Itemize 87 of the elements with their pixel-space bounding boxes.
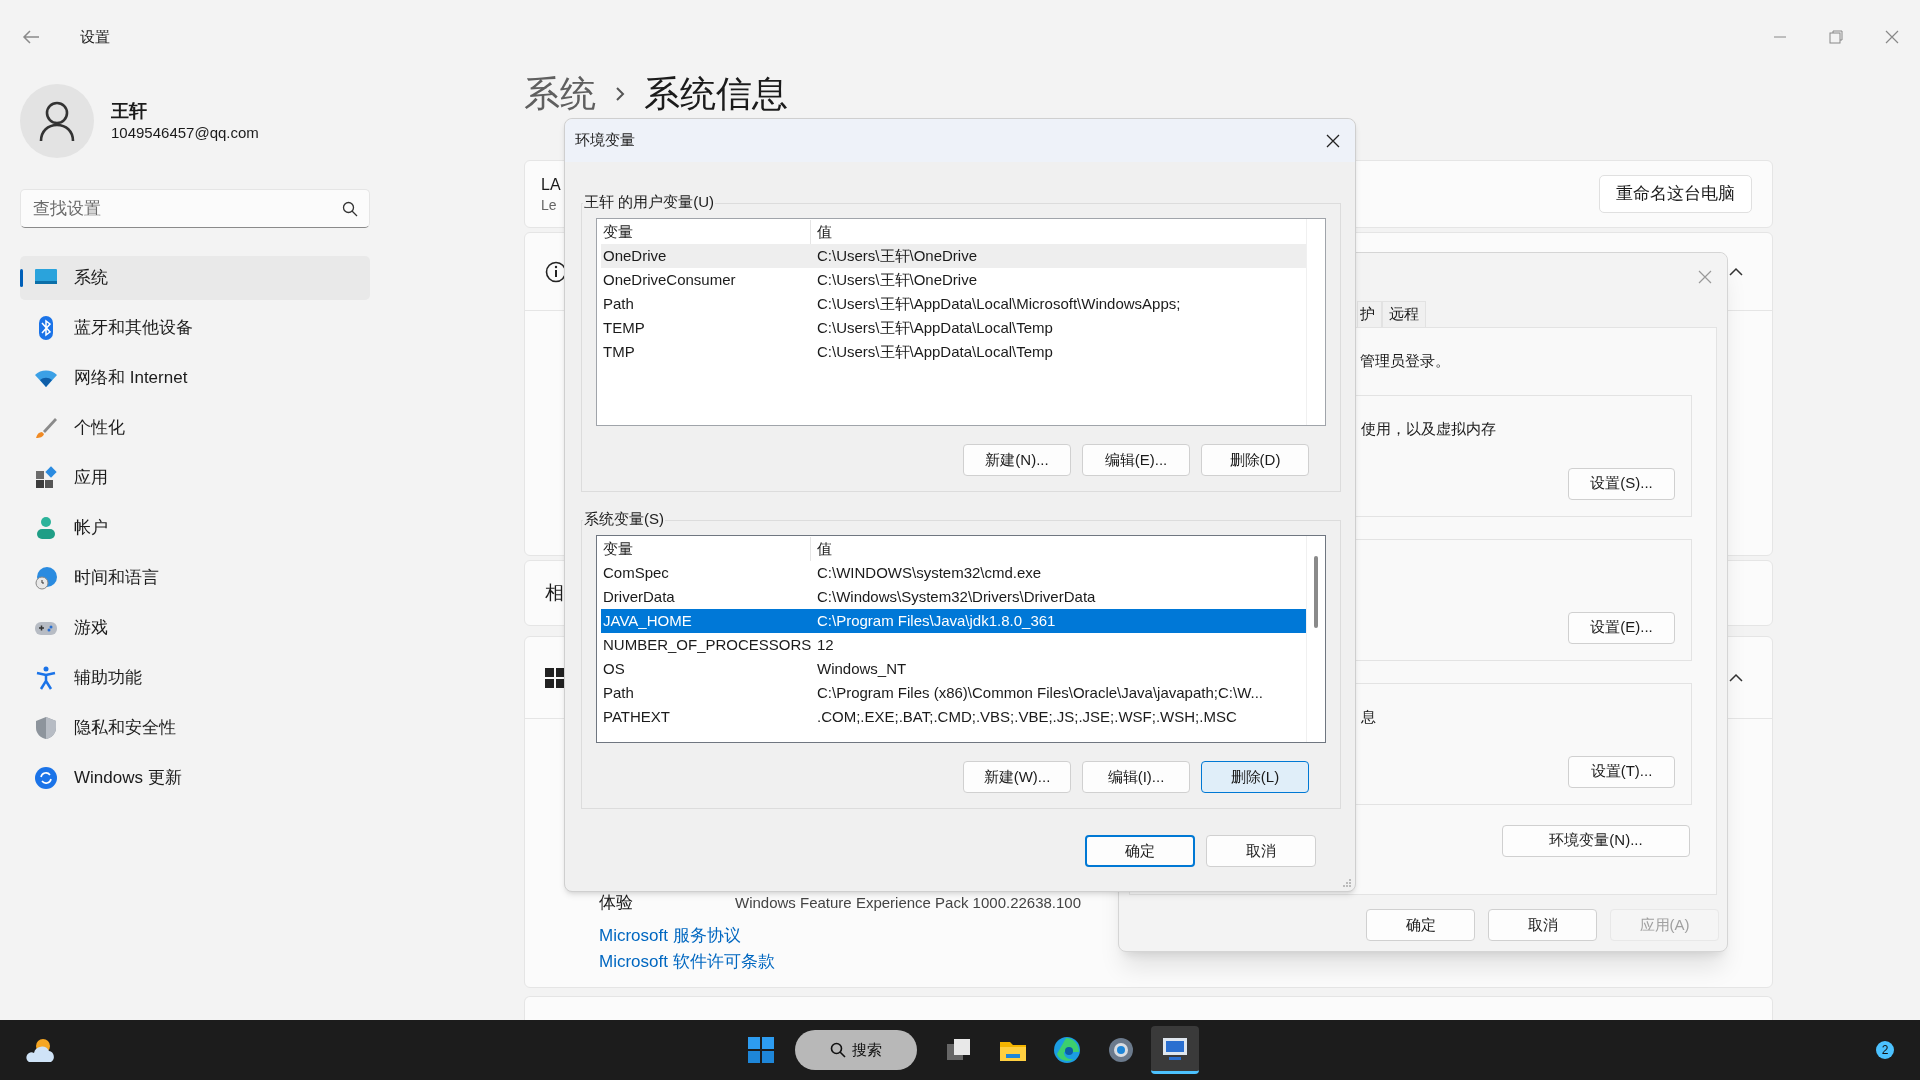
close-icon[interactable] [1325,132,1341,149]
dialog-button[interactable]: 取消 [1206,835,1316,867]
scrollbar-thumb[interactable] [1314,556,1318,628]
browser-icon [1051,1034,1083,1066]
list-action-button[interactable]: 删除(D) [1201,444,1309,476]
nav-item[interactable]: 辅助功能 [20,656,370,700]
list-action-button[interactable]: 删除(L) [1201,761,1309,793]
list-row[interactable]: Path C:\Users\王轩\AppData\Local\Microsoft\WindowsApps; [601,292,1306,316]
nav-item[interactable]: 时间和语言 [20,556,370,600]
time-icon [34,566,58,590]
nav-item[interactable]: 应用 [20,456,370,500]
list-row[interactable]: NUMBER_OF_PROCESSORS 12 [601,633,1306,657]
list-row[interactable]: TEMP C:\Users\王轩\AppData\Local\Temp [601,316,1306,340]
nav-item[interactable]: 蓝牙和其他设备 [20,306,370,350]
user-email: 1049546457@qq.com [111,123,259,143]
privacy-icon [34,716,58,740]
nav-item[interactable]: 个性化 [20,406,370,450]
column-header[interactable]: 值 [811,537,1306,561]
start-icon [745,1034,777,1066]
windows-logo-icon [545,667,565,688]
list-row[interactable]: OneDriveConsumer C:\Users\王轩\OneDrive [601,268,1306,292]
window-title: 设置 [80,26,110,47]
spec-value: Windows Feature Experience Pack 1000.22638.100 [735,892,1082,913]
link[interactable]: Microsoft 服务协议 [599,923,741,949]
nav-item[interactable]: Windows 更新 [20,756,370,800]
nav-item[interactable]: 游戏 [20,606,370,650]
list-row[interactable]: TMP C:\Users\王轩\AppData\Local\Temp [601,340,1306,364]
list-row[interactable]: OS Windows_NT [601,657,1306,681]
device-model: Le [541,196,558,214]
update-icon [34,766,58,790]
resize-grip-icon[interactable] [1342,878,1352,888]
rename-button[interactable]: 重命名这台电脑 [1599,175,1752,213]
apps-icon [34,466,58,490]
search-icon [830,1042,846,1058]
notification-badge[interactable]: 2 [1876,1041,1894,1059]
list-row[interactable]: DriverData C:\Windows\System32\Drivers\DriverData [601,585,1306,609]
settings-button[interactable]: 设置(S)... [1568,467,1675,500]
list-action-button[interactable]: 编辑(I)... [1082,761,1190,793]
section-heading: 相 [545,580,564,605]
search-field[interactable]: 查找设置 [20,189,370,228]
page-title: 系统信息 [644,74,788,116]
column-header[interactable]: 变量 [597,537,811,561]
group-text: 使用，以及虚拟内存 [1361,418,1497,438]
list-row[interactable]: ComSpec C:\WINDOWS\system32\cmd.exe [601,561,1306,585]
group-legend: 系统变量(S) [583,509,665,529]
nav-item[interactable]: 网络和 Internet [20,356,370,400]
search-icon[interactable] [342,201,358,217]
dialog-button[interactable]: 取消 [1488,909,1597,941]
brush-icon [34,416,58,440]
nav-item[interactable]: 帐户 [20,506,370,550]
list-action-button[interactable]: 新建(N)... [963,444,1071,476]
list-row[interactable]: Path C:\Program Files (x86)\Common Files\Oracle\Java\javapath;C:\W... [601,681,1306,705]
account-icon [34,516,58,540]
weather-icon[interactable] [23,1036,57,1064]
environment-variables-button[interactable]: 环境变量(N)... [1502,824,1690,857]
nav-item[interactable]: 隐私和安全性 [20,706,370,750]
group-text: 息 [1361,706,1377,726]
user-name: 王轩 [111,100,148,123]
person-icon [39,101,75,141]
dialog-button[interactable]: 确定 [1366,909,1475,941]
link[interactable]: Microsoft 软件许可条款 [599,949,775,975]
settings-button[interactable]: 设置(E)... [1568,611,1675,644]
info-icon [545,260,567,283]
list-action-button[interactable]: 编辑(E)... [1082,444,1190,476]
dialog-title: 环境变量 [575,130,635,151]
list-row[interactable]: PATHEXT .COM;.EXE;.BAT;.CMD;.VBS;.VBE;.JS;.JSE;.WSF;.WSH;.MSC [601,705,1306,729]
settings-button[interactable]: 设置(T)... [1568,755,1675,788]
group-legend: 王轩 的用户变量(U) [583,192,715,212]
device-name: LA [541,175,561,195]
column-header[interactable]: 值 [811,220,1306,244]
chevron-right-icon [614,85,626,103]
taskbar-button[interactable] [1151,1026,1199,1074]
tab[interactable]: 护 [1357,301,1382,327]
nav-item[interactable]: 系统 [20,256,370,300]
tab[interactable]: 远程 [1382,301,1426,327]
chevron-up-icon[interactable] [1728,672,1744,683]
list-row[interactable]: OneDrive C:\Users\王轩\OneDrive [601,244,1306,268]
dialog-button[interactable]: 确定 [1085,835,1195,867]
search-button[interactable]: 搜索 [795,1030,917,1070]
spec-label: 体验 [599,892,634,915]
breadcrumb-parent[interactable]: 系统 [524,74,596,121]
list-row[interactable]: JAVA_HOME C:\Program Files\Java\jdk1.8.0_361 [601,609,1306,633]
note-text: 管理员登录。 [1360,351,1451,371]
back-arrow-icon[interactable] [22,29,40,45]
accessibility-icon [34,666,58,690]
list-action-button[interactable]: 新建(W)... [963,761,1071,793]
chevron-up-icon[interactable] [1728,266,1744,277]
